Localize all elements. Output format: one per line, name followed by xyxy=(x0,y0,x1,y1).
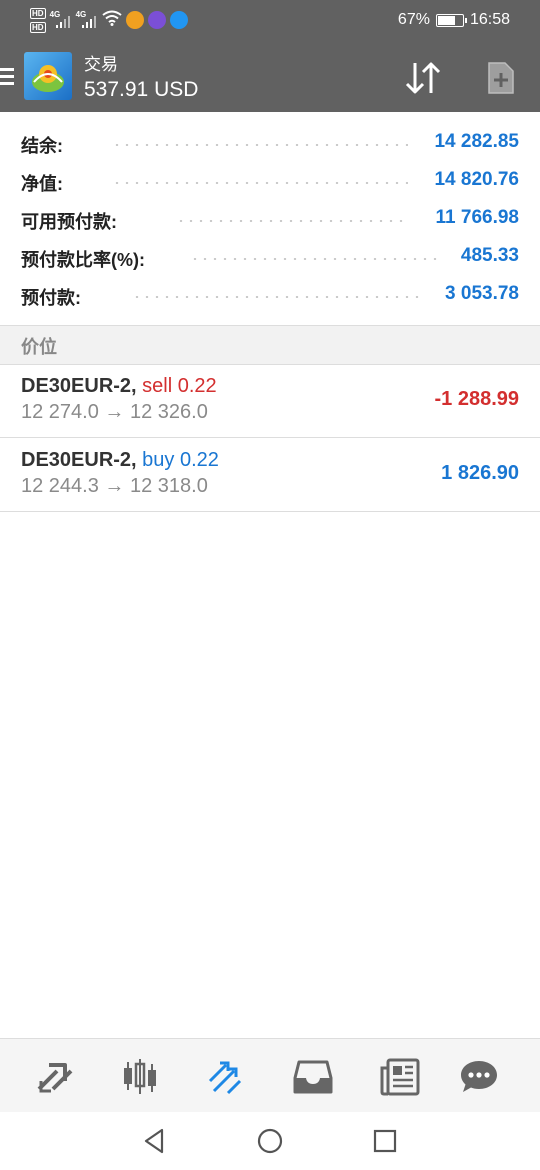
recents-icon[interactable] xyxy=(370,1126,400,1156)
chart-icon[interactable] xyxy=(118,1055,162,1099)
clock: 16:58 xyxy=(469,11,510,28)
position-profit: 1 826.90 xyxy=(441,462,519,484)
page-title: 交易 xyxy=(84,55,118,74)
positions-section-header: 价位 xyxy=(0,325,540,365)
battery-percent: 67% xyxy=(397,11,430,28)
chat-icon[interactable] xyxy=(457,1055,501,1099)
summary-value: 485.33 xyxy=(460,245,519,266)
app-purple-icon xyxy=(147,11,166,29)
position-row[interactable]: DE30EUR-2, buy 0.22 12 244.3 → 12 318.0 … xyxy=(0,438,540,512)
news-icon[interactable] xyxy=(378,1055,422,1099)
home-icon[interactable] xyxy=(255,1126,285,1156)
sort-arrows-icon[interactable] xyxy=(403,58,443,98)
status-bar: HD HD 4G 4G 67% 16:58 xyxy=(0,0,540,40)
summary-row-equity: 净值: 14 820.76 xyxy=(0,162,540,200)
signal-icon: 4G xyxy=(50,10,72,30)
position-prices: 12 244.3 → 12 318.0 xyxy=(21,475,208,497)
trade-icon[interactable] xyxy=(204,1055,248,1099)
summary-value: 11 766.98 xyxy=(435,207,519,228)
signal-icon: 4G xyxy=(76,10,98,30)
battery-icon xyxy=(435,13,467,27)
section-title: 价位 xyxy=(21,337,57,357)
summary-value: 3 053.78 xyxy=(445,283,519,304)
summary-row-margin: 预付款: 3 053.78 xyxy=(0,276,540,314)
position-profit: -1 288.99 xyxy=(434,388,519,410)
new-order-icon[interactable] xyxy=(481,58,521,98)
back-icon[interactable] xyxy=(139,1126,169,1156)
position-side: sell 0.22 xyxy=(142,375,217,397)
summary-value: 14 820.76 xyxy=(434,169,519,190)
position-side: buy 0.22 xyxy=(142,449,219,471)
hd-indicator: HD HD xyxy=(30,7,46,33)
account-profit: 537.91 USD xyxy=(84,78,199,101)
summary-label: 可用预付款: xyxy=(21,212,117,232)
metatrader-logo xyxy=(24,52,72,100)
app-orange-icon xyxy=(125,11,144,29)
position-prices: 12 274.0 → 12 326.0 xyxy=(21,401,208,423)
system-nav-bar xyxy=(0,1112,540,1170)
app-header: 交易 537.91 USD xyxy=(0,40,540,112)
summary-row-margin-level: 预付款比率(%): 485.33 xyxy=(0,238,540,276)
summary-label: 预付款比率(%): xyxy=(21,250,145,270)
wifi-icon xyxy=(101,10,122,31)
summary-label: 净值: xyxy=(21,174,63,194)
account-summary: 结余: 14 282.85 净值: 14 820.76 可用预付款: 11 76… xyxy=(0,124,540,314)
summary-value: 14 282.85 xyxy=(434,131,519,152)
app-blue-icon xyxy=(169,11,188,29)
summary-label: 结余: xyxy=(21,136,63,156)
bottom-nav xyxy=(0,1038,540,1112)
quotes-icon[interactable] xyxy=(33,1055,77,1099)
history-icon[interactable] xyxy=(291,1055,335,1099)
summary-row-free-margin: 可用预付款: 11 766.98 xyxy=(0,200,540,238)
position-row[interactable]: DE30EUR-2, sell 0.22 12 274.0 → 12 326.0… xyxy=(0,364,540,438)
summary-row-balance: 结余: 14 282.85 xyxy=(0,124,540,162)
position-symbol: DE30EUR-2, xyxy=(21,449,137,471)
menu-icon[interactable] xyxy=(0,68,14,86)
summary-label: 预付款: xyxy=(21,288,81,308)
position-symbol: DE30EUR-2, xyxy=(21,375,137,397)
